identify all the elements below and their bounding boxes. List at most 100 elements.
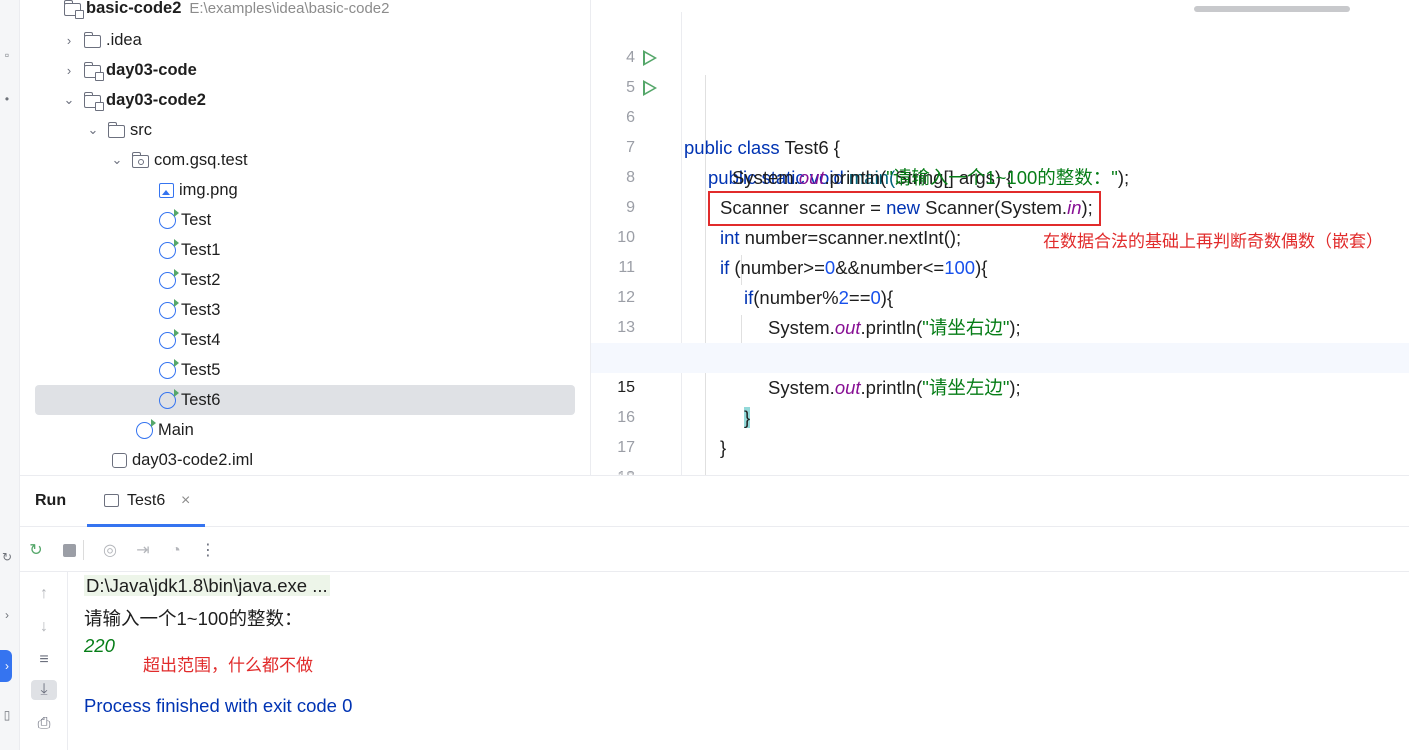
- tree-item-label: Test5: [181, 360, 221, 379]
- tree-item-test1[interactable]: Test1: [20, 235, 590, 265]
- console-side-tools: ↑ ↓ ≡ ⤓ ⎙: [20, 572, 68, 750]
- run-tool-icon[interactable]: ›: [0, 650, 12, 682]
- soft-wrap-icon[interactable]: ≡: [34, 650, 54, 670]
- chevron-down-icon[interactable]: ⌄: [110, 152, 124, 168]
- run-panel-title: Run: [35, 492, 67, 509]
- tree-item-main[interactable]: Main: [20, 415, 590, 445]
- tree-item-test3[interactable]: Test3: [20, 295, 590, 325]
- tree-item-idea[interactable]: › .idea: [20, 25, 590, 55]
- tree-item-label: Main: [158, 420, 194, 439]
- class-icon: [136, 418, 156, 439]
- chevron-right-icon[interactable]: ›: [62, 63, 76, 78]
- class-icon: [159, 268, 179, 289]
- code-line-5: 5 public class Test6 {: [591, 43, 1409, 158]
- scroll-to-end-icon[interactable]: ⤓: [31, 680, 57, 700]
- tree-item-test6[interactable]: Test6: [20, 385, 590, 415]
- console-command: D:\Java\jdk1.8\bin\java.exe ...: [84, 575, 330, 596]
- profiler-icon[interactable]: ◔: [166, 541, 186, 561]
- tree-item-label: .idea: [106, 30, 142, 49]
- structure-icon[interactable]: ▫: [0, 48, 14, 62]
- chevron-down-icon[interactable]: ⌄: [86, 122, 100, 138]
- tree-root-path: E:\examples\idea\basic-code2: [189, 0, 390, 17]
- tree-item-label: com.gsq.test: [154, 150, 248, 169]
- code-line-12: 12 System.out.println("请坐右边");: [591, 253, 1409, 338]
- tree-item-test4[interactable]: Test4: [20, 325, 590, 355]
- tree-item-label: Test: [181, 210, 212, 229]
- project-tree: basic-code2 E:\examples\idea\basic-code2…: [20, 0, 590, 475]
- annotation-highlight-box: [708, 191, 1101, 226]
- tree-item-label: src: [130, 120, 152, 139]
- run-gutter-icon[interactable]: [643, 50, 657, 66]
- editor-horizontal-scrollbar[interactable]: [1194, 6, 1350, 12]
- folder-icon: [83, 31, 101, 48]
- code-line-15: 15 }: [591, 343, 1409, 428]
- image-file-icon: [159, 182, 174, 198]
- code-icon[interactable]: ›: [0, 608, 14, 622]
- code-line-4: 4: [591, 13, 1409, 66]
- more-icon[interactable]: •: [0, 92, 14, 106]
- terminal-icon[interactable]: ▯: [0, 708, 14, 722]
- tree-root-label: basic-code2: [86, 0, 182, 17]
- tree-item-day03-code[interactable]: › day03-code: [20, 55, 590, 85]
- tree-item-label: day03-code2.iml: [132, 450, 254, 469]
- left-tool-strip: ▫ • ↻ › › ▯: [0, 0, 20, 750]
- tab-test6[interactable]: Test6 ×: [87, 476, 205, 527]
- console-prompt: 请输入一个1~100的整数：: [84, 608, 303, 629]
- tab-label: Test6: [127, 492, 166, 509]
- tree-item-src[interactable]: ⌄ src: [20, 115, 590, 145]
- class-icon: [159, 208, 179, 229]
- stop-icon[interactable]: [59, 541, 79, 561]
- package-icon: [131, 151, 149, 168]
- rerun-icon[interactable]: ↻: [26, 541, 46, 561]
- run-toolbar: ↻ ◎ ⇥ ◔ ⋮: [20, 528, 1409, 572]
- tree-item-test5[interactable]: Test5: [20, 355, 590, 385]
- code-line-13: 13 }else{: [591, 283, 1409, 368]
- tree-item-label: day03-code2: [106, 90, 206, 109]
- services-icon[interactable]: ↻: [0, 550, 14, 564]
- code-line-7: 7 System.out.println("请输入一个1~100的整数：");: [591, 103, 1409, 188]
- close-icon[interactable]: ×: [181, 492, 190, 510]
- tree-item-label: Test6: [181, 390, 221, 409]
- console-exit-message: Process finished with exit code 0: [84, 695, 353, 716]
- tree-item-label: day03-code: [106, 60, 197, 79]
- tree-item-day03-code2[interactable]: ⌄ day03-code2: [20, 85, 590, 115]
- tree-item-img[interactable]: img.png: [20, 175, 590, 205]
- console-command-line: D:\Java\jdk1.8\bin\java.exe ...: [84, 575, 330, 597]
- code-line-18: 18: [591, 433, 1409, 475]
- selection-highlight: [35, 385, 575, 415]
- tree-item-label: img.png: [179, 180, 238, 199]
- chevron-down-icon[interactable]: ⌄: [62, 92, 76, 108]
- camera-icon[interactable]: ◎: [100, 541, 120, 561]
- ide-window: ▫ • ↻ › › ▯ basic-code2 E:\examples\idea…: [0, 0, 1409, 750]
- class-icon: [159, 328, 179, 349]
- module-folder-icon: [83, 61, 104, 81]
- class-icon: [159, 388, 179, 409]
- tree-item-package[interactable]: ⌄ com.gsq.test: [20, 145, 590, 175]
- source-folder-icon: [107, 121, 125, 138]
- run-gutter-icon[interactable]: [643, 80, 657, 96]
- print-icon[interactable]: ⎙: [34, 714, 54, 734]
- tree-item-test[interactable]: Test: [20, 205, 590, 235]
- arrow-down-icon[interactable]: ↓: [34, 617, 54, 637]
- tree-item-label: Test1: [181, 240, 221, 259]
- console-annotation: 超出范围，什么都不做: [143, 656, 313, 675]
- module-file-icon: [112, 452, 127, 468]
- run-panel: Run Test6 × ↻ ◎ ⇥ ◔ ⋮ ↑ ↓ ≡ ⤓ ⎙ D:\Java\…: [20, 475, 1409, 750]
- module-folder-icon: [83, 91, 104, 111]
- more-options-icon[interactable]: ⋮: [198, 541, 218, 561]
- code-line-8: 8 Scanner scanner = new Scanner(System.i…: [591, 133, 1409, 218]
- import-icon[interactable]: ⇥: [133, 541, 153, 561]
- code-editor[interactable]: 4 5 public class Test6 { 6 public static…: [590, 0, 1409, 475]
- tree-item-iml[interactable]: day03-code2.iml: [20, 445, 590, 475]
- console-user-input: 220: [84, 635, 115, 656]
- tree-root-row[interactable]: basic-code2 E:\examples\idea\basic-code2: [20, 0, 590, 21]
- code-line-6: 6 public static void main(String[] args)…: [591, 73, 1409, 188]
- code-line-16: 16 }: [591, 373, 1409, 458]
- annotation-text: 在数据合法的基础上再判断奇数偶数（嵌套）: [1043, 232, 1383, 251]
- chevron-right-icon[interactable]: ›: [62, 33, 76, 48]
- arrow-up-icon[interactable]: ↑: [34, 584, 54, 604]
- run-header: Run Test6 ×: [20, 476, 1409, 527]
- tree-item-label: Test3: [181, 300, 221, 319]
- window-icon: [104, 494, 119, 507]
- tree-item-test2[interactable]: Test2: [20, 265, 590, 295]
